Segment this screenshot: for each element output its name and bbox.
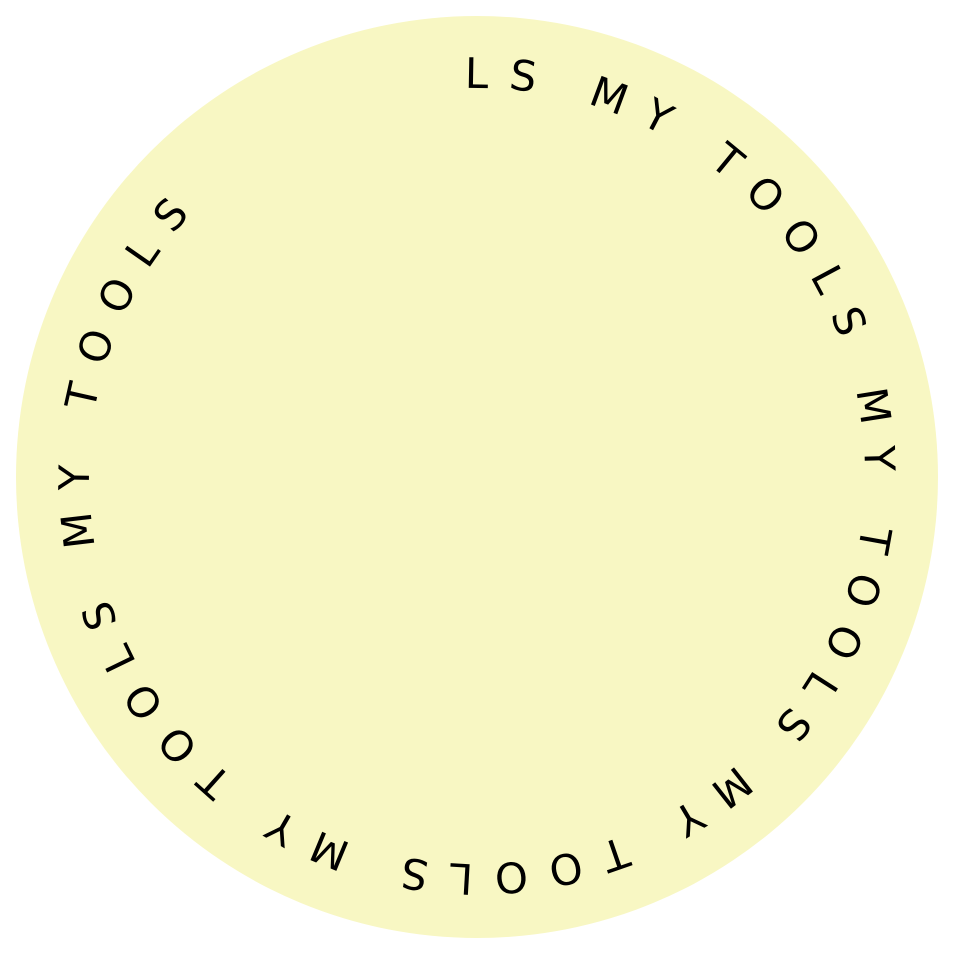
stage: MY TOOLS MY TOOLS MY TOOLS MY TOOLS MY T… [0, 0, 954, 953]
circular-badge: MY TOOLS MY TOOLS MY TOOLS MY TOOLS MY T… [0, 0, 938, 938]
badge-circle [16, 16, 938, 938]
